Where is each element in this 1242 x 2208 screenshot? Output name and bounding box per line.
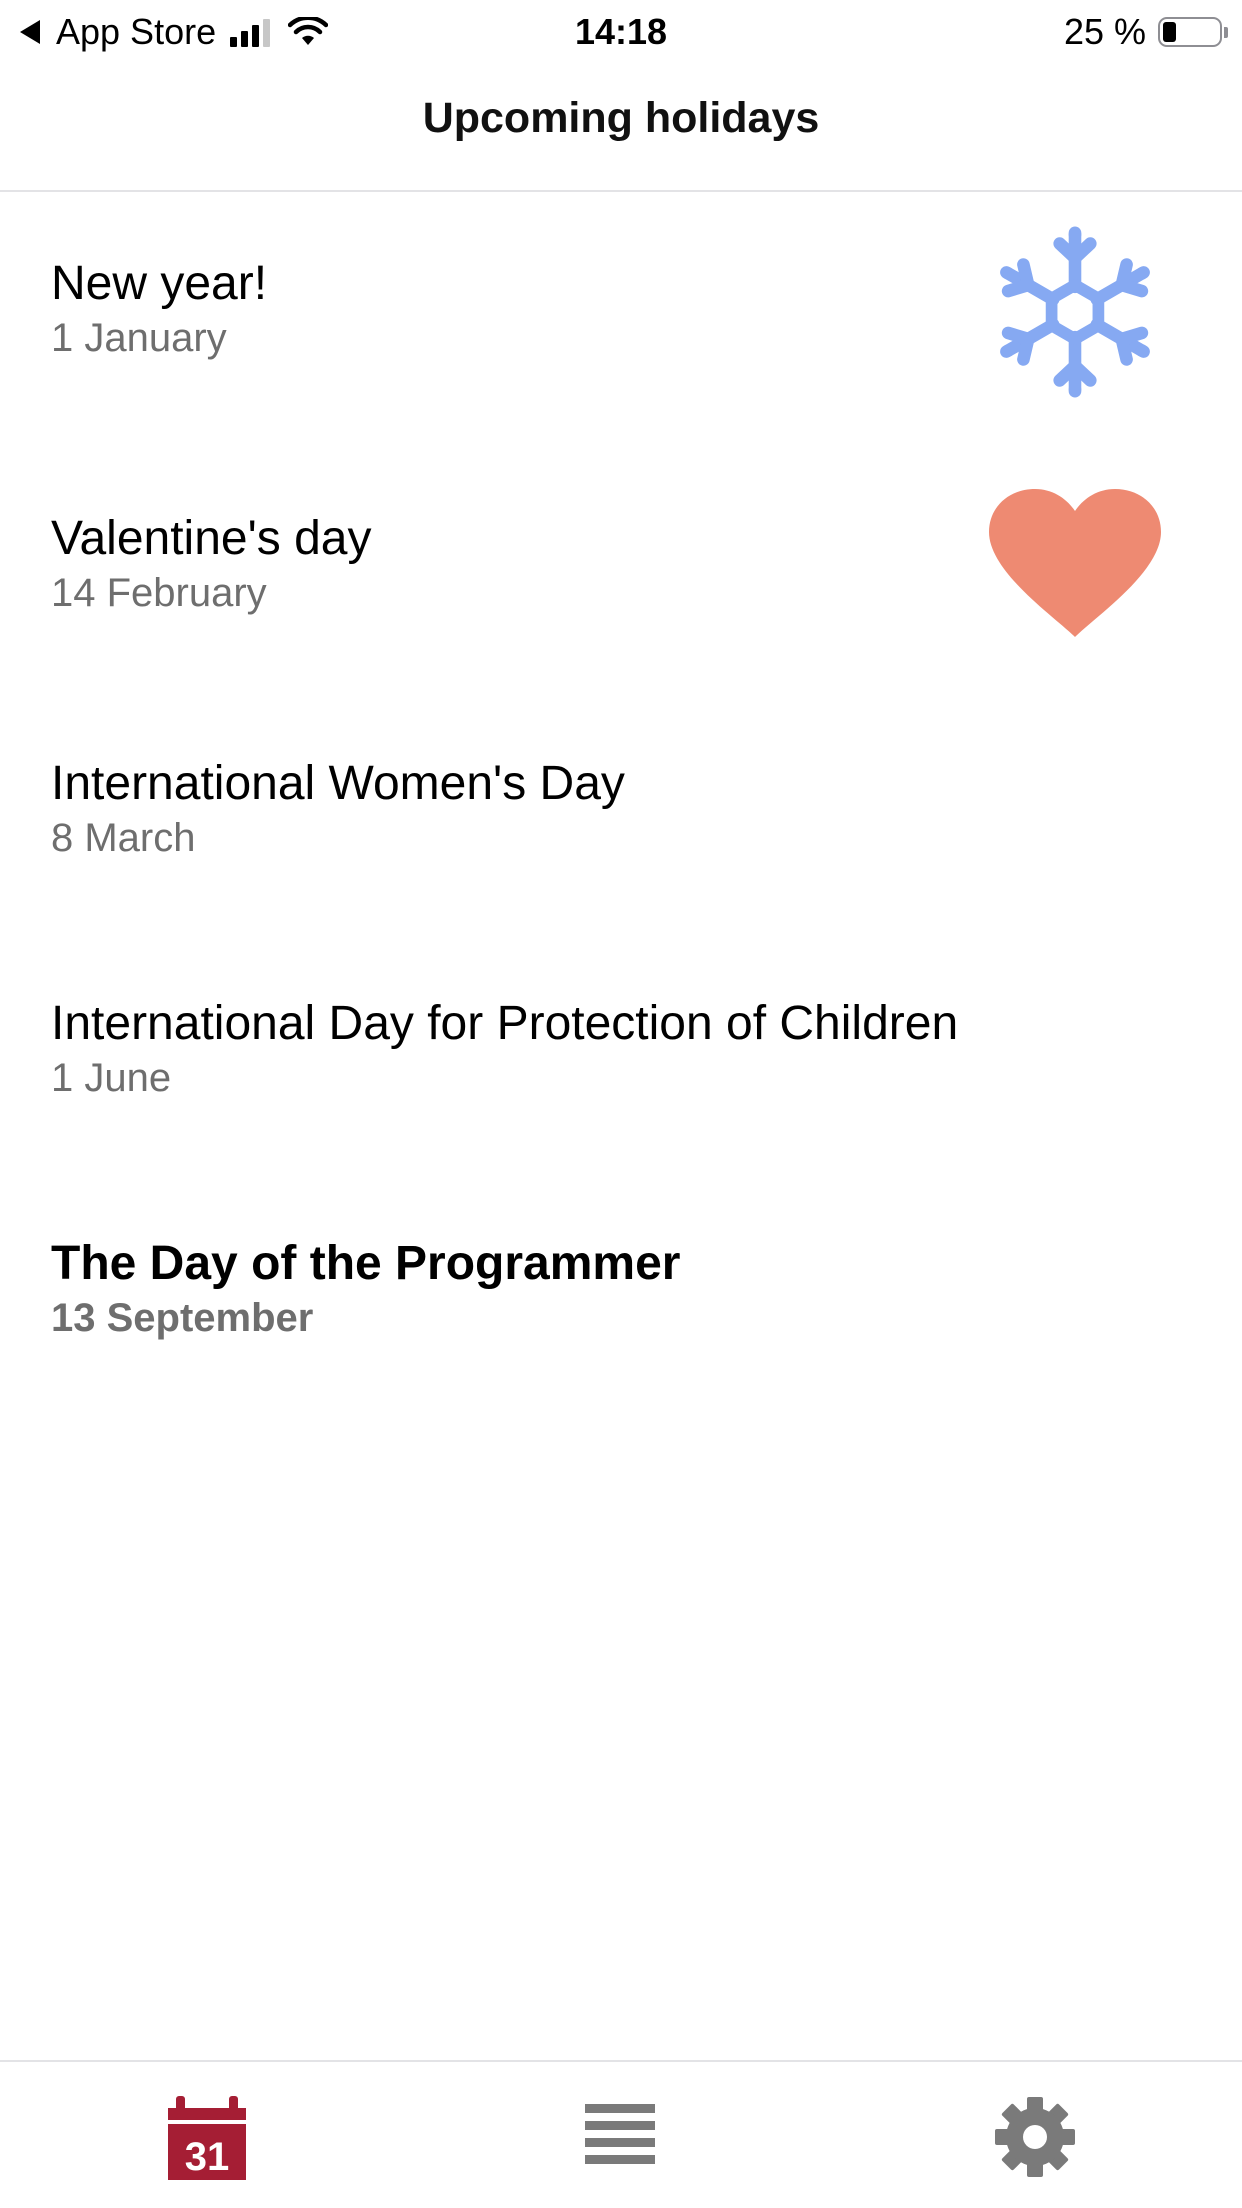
calendar-day-number: 31 <box>185 2135 230 2179</box>
holiday-title: The Day of the Programmer <box>51 1237 681 1290</box>
holiday-date: 1 June <box>51 1056 172 1100</box>
holiday-title: Valentine's day <box>51 512 372 565</box>
tab-list[interactable] <box>575 2092 665 2182</box>
status-bar: App Store 14:18 25 % <box>0 0 1242 64</box>
battery-percentage: 25 % <box>1063 11 1146 52</box>
clock: 14:18 <box>574 11 668 52</box>
holiday-row-new-year[interactable]: New year! 1 January <box>0 192 1242 432</box>
navigation-bar: Upcoming holidays <box>0 64 1242 192</box>
calendar-icon: 31 <box>168 2096 246 2180</box>
holiday-row-children-day[interactable]: International Day for Protection of Chil… <box>0 932 1242 1172</box>
tab-calendar[interactable]: 31 <box>162 2092 252 2182</box>
tab-bar: 31 <box>0 2060 1242 2208</box>
list-icon <box>585 2104 655 2164</box>
snowflake-icon <box>985 226 1165 402</box>
holiday-title: International Women's Day <box>51 757 625 810</box>
holiday-row-womens-day[interactable]: International Women's Day 8 March <box>0 692 1242 932</box>
heart-icon <box>989 489 1161 637</box>
holiday-date: 14 February <box>51 571 267 615</box>
holiday-date: 8 March <box>51 816 196 860</box>
holiday-date: 13 September <box>51 1296 314 1340</box>
tab-settings[interactable] <box>990 2092 1080 2182</box>
holiday-title: International Day for Protection of Chil… <box>51 997 959 1050</box>
holiday-title: New year! <box>51 257 268 310</box>
gear-icon <box>995 2097 1075 2177</box>
battery-status: 25 % <box>1064 8 1228 56</box>
page-title: Upcoming holidays <box>422 94 820 142</box>
holiday-row-valentines-day[interactable]: Valentine's day 14 February <box>0 447 1242 687</box>
battery-icon <box>1158 17 1222 47</box>
holiday-date: 1 January <box>51 316 227 360</box>
holiday-row-programmer-day[interactable]: The Day of the Programmer 13 September <box>0 1172 1242 1412</box>
